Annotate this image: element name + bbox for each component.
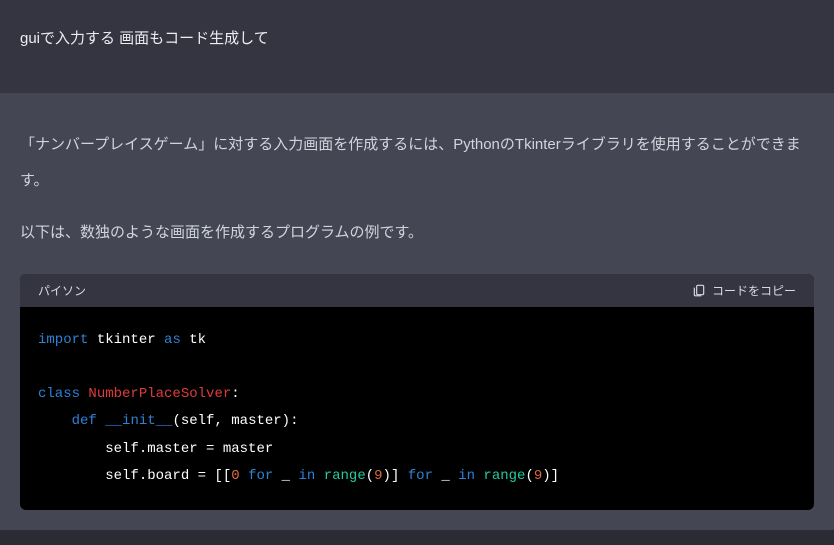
clipboard-icon — [692, 283, 706, 297]
code-header: パイソン コードをコピー — [20, 274, 814, 307]
token-plain: (self, master): — [172, 413, 298, 429]
token-keyword: as — [164, 332, 181, 348]
token-keyword: import — [38, 332, 88, 348]
copy-code-label: コードをコピー — [712, 282, 796, 299]
token-keyword: for — [408, 468, 433, 484]
token-keyword: in — [299, 468, 316, 484]
token-plain: )] — [383, 468, 408, 484]
token-plain — [38, 468, 105, 484]
code-content[interactable]: import tkinter as tk class NumberPlaceSo… — [20, 307, 814, 511]
token-keyword: for — [248, 468, 273, 484]
token-plain: ( — [366, 468, 374, 484]
token-builtin: range — [483, 468, 525, 484]
token-keyword: def — [72, 413, 97, 429]
token-plain: tkinter — [88, 332, 164, 348]
token-plain: tk — [181, 332, 206, 348]
token-builtin: range — [324, 468, 366, 484]
token-plain: : — [231, 386, 239, 402]
token-plain — [38, 413, 72, 429]
token-plain — [38, 441, 105, 457]
user-message-text: guiで入力する 画面もコード生成して — [20, 28, 814, 51]
token-plain — [315, 468, 323, 484]
token-plain: ( — [525, 468, 533, 484]
code-language-label: パイソン — [38, 282, 86, 299]
token-plain: _ — [433, 468, 458, 484]
token-plain: self.board = [[ — [105, 468, 231, 484]
token-number: 0 — [231, 468, 239, 484]
assistant-paragraph-1: 「ナンバープレイスゲーム」に対する入力画面を作成するには、PythonのTkin… — [20, 127, 814, 199]
assistant-message: 「ナンバープレイスゲーム」に対する入力画面を作成するには、PythonのTkin… — [0, 93, 834, 531]
token-number: 9 — [534, 468, 542, 484]
token-magic: __init__ — [105, 413, 172, 429]
token-keyword: in — [458, 468, 475, 484]
token-number: 9 — [374, 468, 382, 484]
token-plain: self.master = master — [105, 441, 273, 457]
token-plain: )] — [542, 468, 559, 484]
copy-code-button[interactable]: コードをコピー — [692, 282, 796, 299]
code-block: パイソン コードをコピー import tkinter as tk class … — [20, 274, 814, 511]
user-message: guiで入力する 画面もコード生成して — [0, 0, 834, 93]
token-keyword: class — [38, 386, 80, 402]
token-classname: NumberPlaceSolver — [88, 386, 231, 402]
assistant-paragraph-2: 以下は、数独のような画面を作成するプログラムの例です。 — [20, 219, 814, 246]
token-plain — [97, 413, 105, 429]
token-plain: _ — [273, 468, 298, 484]
token-plain — [240, 468, 248, 484]
